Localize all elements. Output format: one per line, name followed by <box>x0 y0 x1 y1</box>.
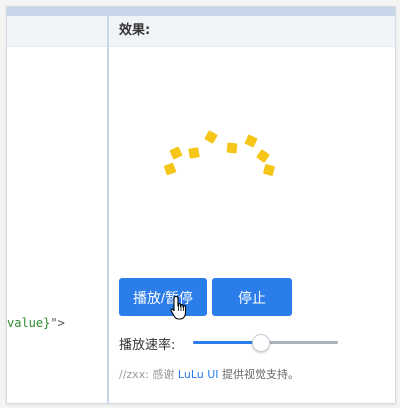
lulu-ui-link[interactable]: LuLu UI <box>178 368 219 381</box>
code-value: value} <box>7 316 51 330</box>
credit-prefix: //zxx: 感谢 <box>119 368 178 381</box>
credit-line: //zxx: 感谢 LuLu UI 提供视觉支持。 <box>119 366 299 382</box>
anim-dot <box>244 134 258 148</box>
code-pane-header <box>7 16 107 47</box>
hand-pointer-icon <box>170 295 187 320</box>
anim-dot <box>262 163 276 177</box>
play-pause-button[interactable]: 播放/暂停 <box>119 278 207 316</box>
code-snippet: value}"> <box>7 316 65 330</box>
code-rest: "> <box>50 316 65 330</box>
speed-slider-thumb[interactable] <box>251 334 270 352</box>
credit-suffix: 提供视觉支持。 <box>218 368 300 381</box>
stop-button[interactable]: 停止 <box>212 278 292 316</box>
anim-dot <box>169 146 183 160</box>
demo-frame: value}"> 效果: 播放/暂停 停止 播放速率: //zxx: 感谢 Lu… <box>6 6 396 404</box>
code-pane: value}"> <box>7 16 107 403</box>
anim-dot <box>226 142 238 154</box>
speed-slider-fill <box>193 341 260 344</box>
anim-dot <box>188 147 200 159</box>
speed-control: 播放速率: <box>119 332 389 353</box>
anim-dot <box>204 130 218 144</box>
top-bar <box>7 7 395 16</box>
speed-label: 播放速率: <box>119 338 176 353</box>
anim-dot <box>163 162 177 176</box>
effect-pane: 效果: 播放/暂停 停止 播放速率: //zxx: 感谢 LuLu UI 提供视… <box>109 16 395 403</box>
speed-slider[interactable] <box>193 334 338 352</box>
anim-dot <box>256 149 270 163</box>
